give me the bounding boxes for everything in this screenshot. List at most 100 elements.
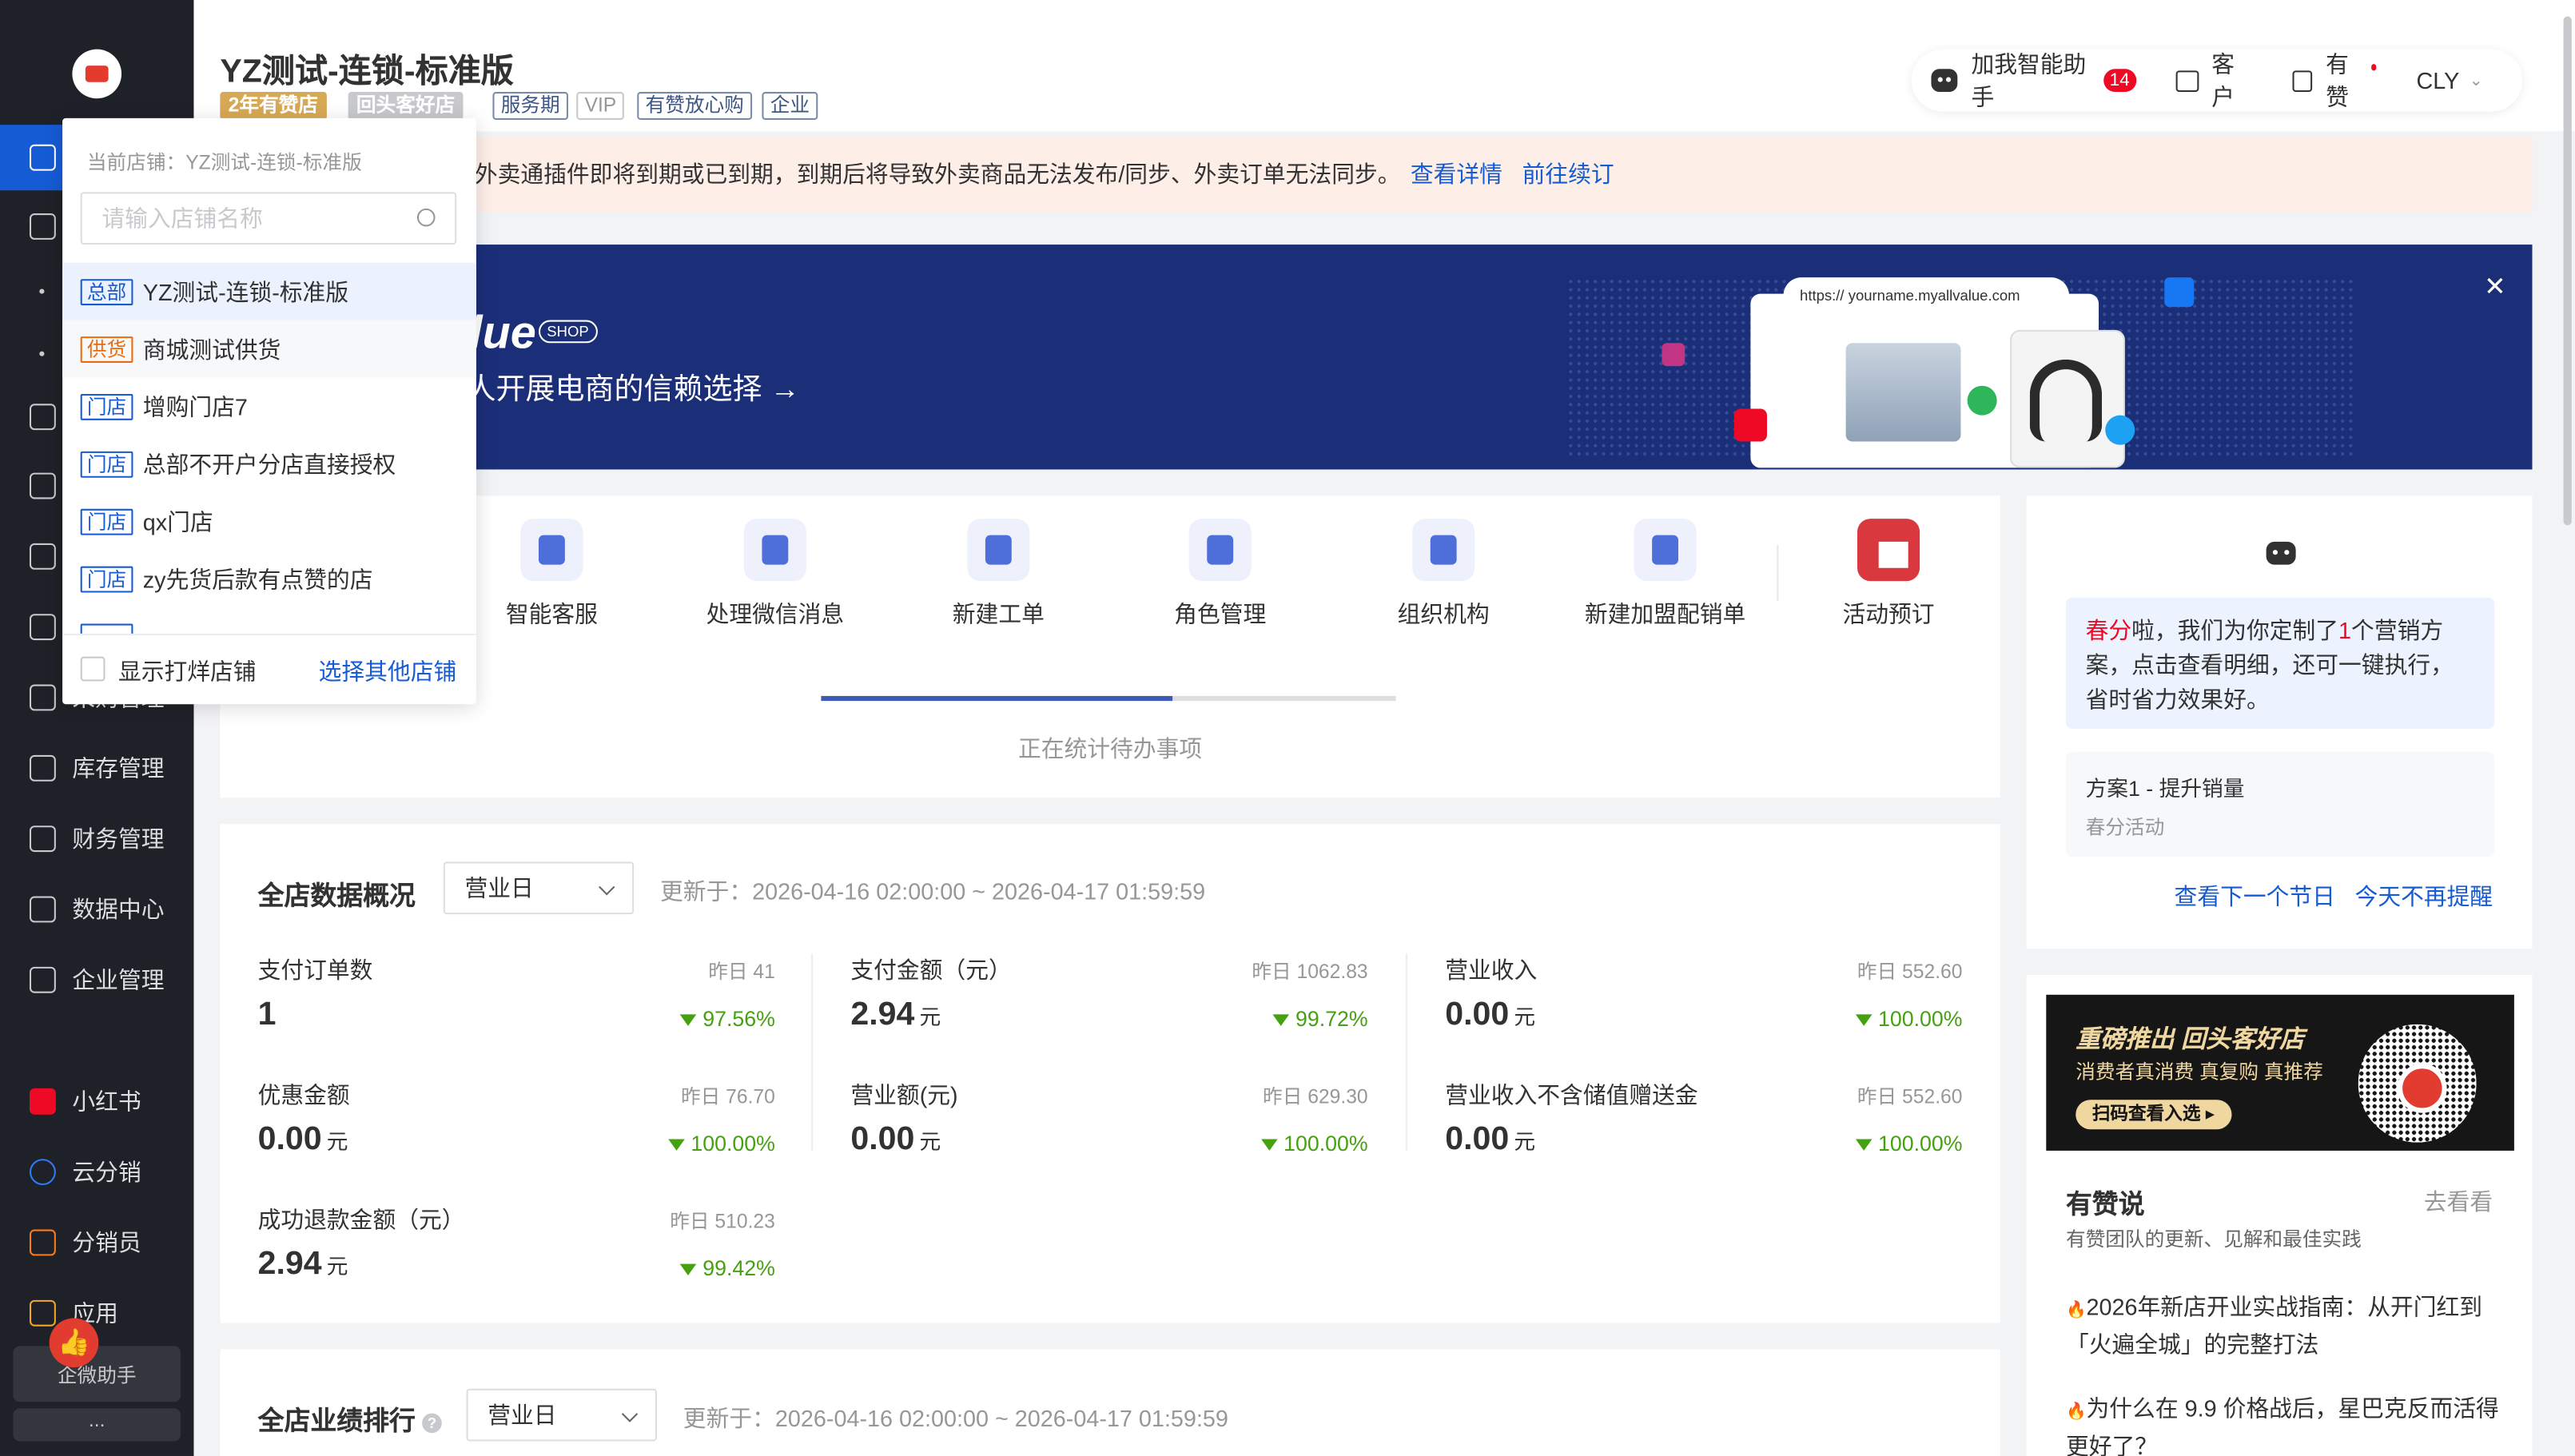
- view-details-link[interactable]: 查看详情: [1411, 161, 1502, 187]
- thumbs-up-icon[interactable]: 👍: [49, 1318, 99, 1368]
- period-select[interactable]: 营业日: [443, 861, 635, 915]
- store-tag[interactable]: 回头客好店: [348, 92, 464, 120]
- divider: [1777, 544, 1779, 601]
- store-title[interactable]: YZ测试-连锁-标准版: [220, 44, 514, 92]
- user-icon: [29, 404, 56, 431]
- quick-action-label: 智能客服: [505, 600, 598, 627]
- store-list-item[interactable]: 门店: [62, 607, 476, 634]
- dismiss-today-link[interactable]: 今天不再提醒: [2355, 883, 2493, 909]
- customer-label: 客户: [2211, 50, 2235, 110]
- ranking-period-select[interactable]: 营业日: [466, 1388, 657, 1442]
- divider: [811, 953, 814, 1151]
- sidebar-item-label: 数据中心: [72, 896, 165, 923]
- nav-dot: [39, 351, 45, 356]
- quick-action-label: 组织机构: [1397, 600, 1490, 627]
- store-tag[interactable]: 有赞放心购: [637, 92, 753, 120]
- store-tag[interactable]: 企业: [762, 92, 818, 120]
- sidebar-item-cloud-distribution[interactable]: 云分销: [0, 1140, 193, 1205]
- store-list-item[interactable]: 门店 zy先货后款有点赞的店: [62, 550, 476, 607]
- metric-label: 支付订单数: [257, 957, 373, 984]
- youzan-button[interactable]: 有赞: [2293, 48, 2378, 113]
- chevron-down-icon: [599, 879, 615, 896]
- store-type-tag: 总部: [80, 278, 133, 305]
- metric-label: 支付金额（元）: [850, 957, 1012, 984]
- metric-card[interactable]: 优惠金额 昨日 76.70 0.00 元 100.00%: [258, 1079, 775, 1177]
- store-name: qx门店: [142, 507, 213, 535]
- quick-action-event-booking[interactable]: 活动预订: [1790, 519, 1988, 631]
- target-icon: [29, 472, 56, 499]
- metric-card[interactable]: 营业额(元) 昨日 629.30 0.00 元 100.00%: [850, 1079, 1367, 1177]
- metric-card[interactable]: 成功退款金额（元） 昨日 510.23 2.94 元 99.42%: [258, 1203, 775, 1302]
- store-list-item[interactable]: 门店 增购门店7: [62, 377, 476, 435]
- renew-link[interactable]: 前往续订: [1522, 161, 1614, 187]
- metric-card[interactable]: 支付金额（元） 昨日 1062.83 2.94 元 99.72%: [850, 953, 1367, 1052]
- sidebar-item-xiaohongshu[interactable]: 小红书: [0, 1068, 193, 1134]
- store-list-item[interactable]: 总部 YZ测试-连锁-标准版: [62, 262, 476, 320]
- user-menu[interactable]: CLY ⌄: [2416, 67, 2482, 93]
- calendar-icon: [1857, 519, 1920, 582]
- quick-action-role-management[interactable]: 角色管理: [1121, 519, 1319, 631]
- shop-logo-avatar[interactable]: [72, 49, 122, 99]
- thumbs-up-icon: [2293, 70, 2313, 92]
- quick-action-organization[interactable]: 组织机构: [1345, 519, 1542, 631]
- update-time: 更新于：2026-04-16 02:00:00 ~ 2026-04-17 01:…: [660, 877, 1206, 905]
- xiaohongshu-icon: [29, 1088, 56, 1115]
- sidebar-item-inventory[interactable]: 库存管理: [0, 735, 193, 801]
- current-store-label: 当前店铺：YZ测试-连锁-标准版: [86, 150, 362, 174]
- help-icon[interactable]: ?: [422, 1413, 442, 1433]
- store-list-item[interactable]: 供货 商城测试供货: [62, 320, 476, 378]
- close-icon[interactable]: ✕: [2484, 271, 2506, 304]
- show-closed-stores-checkbox[interactable]: [80, 656, 105, 682]
- store-name: YZ测试-连锁-标准版: [142, 278, 349, 305]
- sidebar-item-enterprise[interactable]: 企业管理: [0, 947, 193, 1012]
- sidebar-item-data[interactable]: 数据中心: [0, 877, 193, 942]
- allvalue-banner[interactable]: lue SHOP 人开展电商的信赖选择 → https:// yourname.…: [220, 245, 2533, 470]
- wecom-assistant-button[interactable]: 企微助手: [13, 1346, 181, 1402]
- ranking-title: 全店业绩排行?: [258, 1398, 442, 1438]
- more-button[interactable]: ...: [13, 1408, 181, 1442]
- xiaohongshu-icon: [1733, 408, 1767, 442]
- store-search-input[interactable]: 请输入店铺名称: [80, 192, 457, 245]
- metric-card[interactable]: 营业收入 昨日 552.60 0.00 元 100.00%: [1445, 953, 1962, 1052]
- marketing-plan-card[interactable]: 方案1 - 提升销量 春分活动: [2065, 751, 2495, 857]
- quick-action-wechat-messages[interactable]: 处理微信消息: [677, 519, 874, 631]
- store-type-tag: 门店: [80, 450, 133, 477]
- sidebar-item-label: 分销员: [72, 1229, 141, 1256]
- sidebar-item-distributor[interactable]: 分销员: [0, 1210, 193, 1275]
- banner-shop-tag: SHOP: [538, 320, 597, 344]
- metric-number: 0.00: [850, 1120, 915, 1158]
- quick-action-ai-service[interactable]: 智能客服: [453, 519, 651, 631]
- article-link[interactable]: 为什么在 9.9 价格战后，星巴克反而活得更好了？: [2066, 1392, 2509, 1456]
- metric-yesterday: 昨日 629.30: [1263, 1084, 1368, 1108]
- metric-card[interactable]: 营业收入不含储值赠送金 昨日 552.60 0.00 元 100.00%: [1445, 1079, 1962, 1177]
- customer-button[interactable]: 客户: [2175, 48, 2253, 113]
- quick-actions: 智能客服 处理微信消息 新建工单 角色管理 组织机构 新建加盟配销单 活动预订: [220, 495, 2000, 654]
- metric-number: 2.94: [257, 1246, 322, 1283]
- marketing-message[interactable]: 春分啦，我们为你定制了1个营销方案，点击查看明细，还可一键执行，省时省力效果好。: [2065, 597, 2495, 730]
- promo-banner[interactable]: 重磅推出 回头客好店 消费者真消费 真复购 真推荐 扫码查看入选 ▸: [2046, 994, 2514, 1151]
- promo-button[interactable]: 扫码查看入选 ▸: [2076, 1100, 2231, 1130]
- metric-unit: 元: [919, 1004, 941, 1029]
- quick-action-new-ticket[interactable]: 新建工单: [900, 519, 1097, 631]
- go-see-link[interactable]: 去看看: [2424, 1185, 2493, 1218]
- expiry-alert: 外卖通插件即将到期或已到期，到期后将导致外卖商品无法发布/同步、外卖订单无法同步…: [220, 136, 2533, 212]
- sidebar-item-finance[interactable]: 财务管理: [0, 806, 193, 872]
- metric-card[interactable]: 支付订单数 昨日 41 1 97.56%: [258, 953, 775, 1052]
- quick-action-new-franchise-order[interactable]: 新建加盟配销单: [1566, 519, 1764, 631]
- store-list-item[interactable]: 门店 总部不开户分店直接授权: [62, 435, 476, 492]
- select-other-store-link[interactable]: 选择其他店铺: [319, 655, 457, 688]
- metric-change: 100.00%: [1855, 1131, 1962, 1156]
- store-tag[interactable]: VIP: [576, 92, 625, 120]
- youzan-label: 有赞: [2326, 50, 2349, 110]
- article-link[interactable]: 2026年新店开业实战指南：从开门红到「火遍全城」的完整打法: [2066, 1291, 2509, 1361]
- assistant-label: 加我智能助手: [1971, 50, 2087, 110]
- page-scrollbar[interactable]: [2563, 16, 2572, 526]
- metric-unit: 元: [1514, 1129, 1536, 1155]
- store-list-item[interactable]: 门店 qx门店: [62, 492, 476, 550]
- assistant-button[interactable]: 加我智能助手 14: [1931, 48, 2136, 113]
- metric-value: 2.94 元: [850, 997, 941, 1034]
- promo-headline: 重磅推出 回头客好店: [2076, 1025, 2305, 1054]
- next-festival-link[interactable]: 查看下一个节日: [2175, 883, 2335, 909]
- store-tag[interactable]: 2年有赞店: [220, 92, 327, 120]
- store-tag[interactable]: 服务期: [492, 92, 568, 120]
